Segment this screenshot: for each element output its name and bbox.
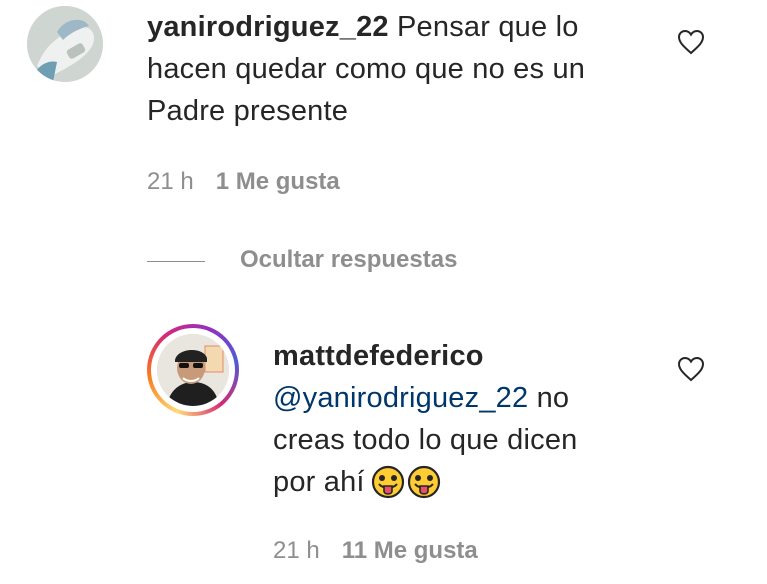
reply-username[interactable]: mattdefederico xyxy=(273,335,693,377)
hide-replies-label[interactable]: Ocultar respuestas xyxy=(240,246,457,274)
comment-body: yanirodriguez_22 Pensar que lo hacen que… xyxy=(147,6,647,132)
comment-time[interactable]: 21 h xyxy=(147,168,194,195)
face-with-tongue-icon xyxy=(371,465,404,499)
comment-likes[interactable]: 1 Me gusta xyxy=(216,168,340,195)
replies-divider xyxy=(147,261,205,262)
heart-outline-icon[interactable] xyxy=(677,29,705,55)
reply-text-2: creas todo lo que dicen xyxy=(273,424,578,456)
commenter-avatar[interactable] xyxy=(27,6,103,82)
comment-username[interactable]: yanirodriguez_22 xyxy=(147,11,389,43)
reply-avatar-ring[interactable] xyxy=(147,324,239,416)
reply-mention-link[interactable]: @yanirodriguez_22 xyxy=(273,382,528,414)
reply-text-3: por ahí xyxy=(273,466,365,498)
reply-body: mattdefederico @yanirodriguez_22 no crea… xyxy=(273,335,693,511)
user-avatar-story-ring-icon xyxy=(157,334,229,406)
reply-meta: 21 h 11 Me gusta xyxy=(273,537,478,565)
reply-time[interactable]: 21 h xyxy=(273,537,320,564)
comment-meta: 21 h 1 Me gusta xyxy=(147,168,340,196)
reply-line-3: por ahí xyxy=(273,461,693,511)
user-avatar-icon xyxy=(27,6,103,82)
heart-outline-icon[interactable] xyxy=(677,356,705,382)
face-with-tongue-icon xyxy=(407,465,440,499)
reply-likes[interactable]: 11 Me gusta xyxy=(342,537,478,564)
reply-avatar[interactable] xyxy=(157,334,229,406)
reply-line-1: @yanirodriguez_22 no xyxy=(273,377,693,419)
reply-text-1: no xyxy=(528,382,570,414)
